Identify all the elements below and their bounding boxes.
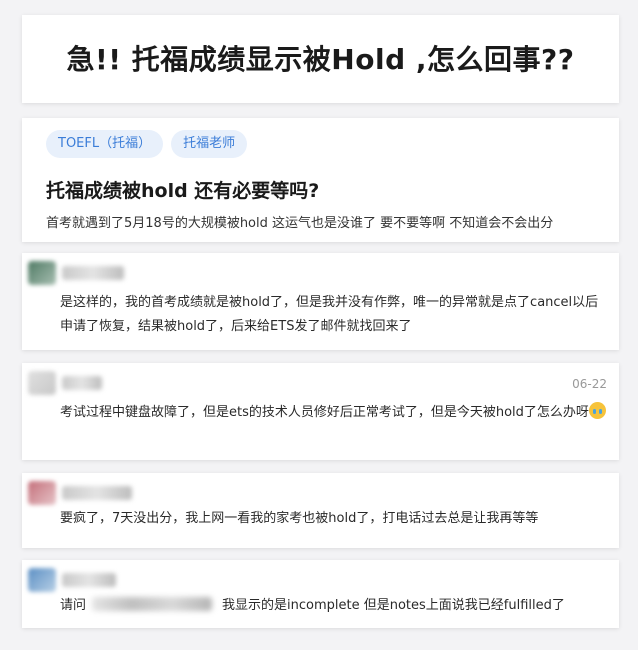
tag-list: TOEFL（托福） 托福老师 — [46, 130, 248, 158]
comment-author — [28, 261, 124, 285]
comment-card: 要疯了，7天没出分，我上网一看我的家考也被hold了，打电话过去总是让我再等等 — [22, 473, 619, 548]
comment-text: 请问 我显示的是incomplete 但是notes上面说我已经fulfilled… — [60, 594, 607, 618]
blurred-mention — [92, 597, 213, 611]
comment-body: 考试过程中键盘故障了，但是ets的技术人员修好后正常考试了，但是今天被hold了… — [60, 405, 589, 420]
title-card: 急!! 托福成绩显示被Hold ,怎么回事?? — [22, 15, 619, 103]
comment-card: 请问 我显示的是incomplete 但是notes上面说我已经fulfilled… — [22, 560, 619, 628]
comment-author — [28, 371, 102, 395]
comment-author — [28, 568, 116, 592]
comment-text: 是这样的，我的首考成绩就是被hold了，但是我并没有作弊，唯一的异常就是点了ca… — [60, 295, 599, 334]
avatar[interactable] — [28, 481, 56, 505]
blurred-username — [62, 486, 132, 500]
comment-body-end: 我显示的是incomplete 但是notes上面说我已经fulfilled了 — [222, 598, 565, 613]
comment-text: 考试过程中键盘故障了，但是ets的技术人员修好后正常考试了，但是今天被hold了… — [60, 401, 607, 425]
avatar[interactable] — [28, 261, 56, 285]
tag-toefl[interactable]: TOEFL（托福） — [46, 130, 164, 158]
comment-card: 06-22 考试过程中键盘故障了，但是ets的技术人员修好后正常考试了，但是今天… — [22, 363, 619, 460]
question-excerpt: 首考就遇到了5月18号的大规模被hold 这运气也是没谁了 要不要等啊 不知道会… — [46, 216, 554, 231]
question-card[interactable]: TOEFL（托福） 托福老师 托福成绩被hold 还有必要等吗? 首考就遇到了5… — [22, 118, 619, 242]
crying-face-icon — [588, 402, 606, 419]
comment-date: 06-22 — [572, 377, 607, 391]
comment-card: 是这样的，我的首考成绩就是被hold了，但是我并没有作弊，唯一的异常就是点了ca… — [22, 253, 619, 350]
blurred-username — [62, 573, 116, 587]
tag-toefl-teacher[interactable]: 托福老师 — [171, 130, 248, 158]
comment-author — [28, 481, 132, 505]
avatar[interactable] — [28, 371, 56, 395]
blurred-username — [62, 376, 102, 390]
avatar[interactable] — [28, 568, 56, 592]
blurred-username — [62, 266, 124, 280]
question-title[interactable]: 托福成绩被hold 还有必要等吗? — [46, 176, 319, 203]
comment-text: 要疯了，7天没出分，我上网一看我的家考也被hold了，打电话过去总是让我再等等 — [60, 511, 539, 526]
page-title: 急!! 托福成绩显示被Hold ,怎么回事?? — [66, 43, 575, 76]
comment-body-start: 请问 — [60, 598, 87, 613]
